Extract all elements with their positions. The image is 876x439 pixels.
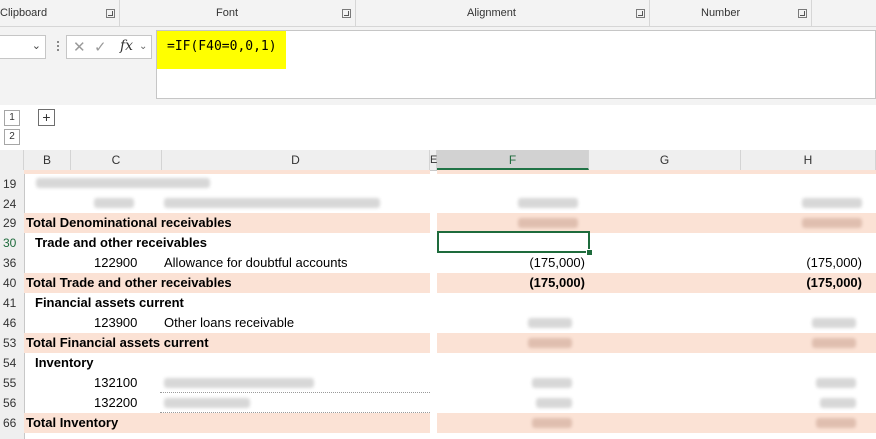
row-header[interactable]: 56	[0, 393, 24, 413]
row-header[interactable]: 41	[0, 293, 24, 313]
alignment-launcher-icon[interactable]	[636, 9, 645, 18]
total-trade-receivables-label: Total Trade and other receivables	[26, 275, 232, 290]
redacted-value	[528, 318, 572, 328]
ribbon-group-strip: Clipboard Font Alignment Number	[0, 0, 876, 27]
account-code: 132100	[94, 375, 138, 390]
row-header[interactable]: 46	[0, 313, 24, 333]
chevron-down-icon[interactable]: ⌄	[32, 39, 41, 52]
redacted-text	[94, 198, 134, 208]
redacted-text	[164, 378, 314, 388]
value-h: (175,000)	[806, 255, 862, 270]
name-box[interactable]: ⌄	[0, 35, 46, 59]
chevron-down-icon[interactable]: ⌄	[139, 41, 147, 52]
select-all-corner[interactable]	[0, 150, 24, 170]
column-header-c[interactable]: C	[71, 150, 162, 170]
redacted-value	[816, 378, 856, 388]
group-separator	[119, 0, 120, 26]
row-header[interactable]: 55	[0, 373, 24, 393]
insert-function-icon[interactable]: fx	[120, 38, 133, 54]
row-band	[437, 170, 876, 174]
sheet-grid[interactable]: Total Denominational receivables Trade a…	[24, 170, 876, 439]
column-header-g[interactable]: G	[589, 150, 741, 170]
redacted-value	[816, 418, 856, 428]
row-header[interactable]: 66	[0, 413, 24, 433]
column-header-b[interactable]: B	[24, 150, 71, 170]
column-header-d[interactable]: D	[162, 150, 430, 170]
redacted-value	[802, 198, 862, 208]
column-header-row: B C D E F G H	[0, 150, 876, 171]
redacted-value	[820, 398, 856, 408]
account-code: 132200	[94, 395, 138, 410]
column-header-h[interactable]: H	[741, 150, 876, 170]
group-separator	[355, 0, 356, 26]
font-launcher-icon[interactable]	[342, 9, 351, 18]
redacted-value	[532, 418, 572, 428]
column-header-e[interactable]: E	[430, 150, 437, 170]
redacted-value	[532, 378, 572, 388]
font-group-label: Font	[216, 7, 239, 19]
row-header[interactable]: 29	[0, 213, 24, 233]
redacted-value	[536, 398, 572, 408]
value-f: (175,000)	[529, 255, 585, 270]
redacted-text	[164, 198, 380, 208]
redacted-value	[802, 218, 862, 228]
check-icon[interactable]: ✓	[94, 38, 107, 56]
number-group-label: Number	[701, 7, 741, 19]
group-separator	[811, 0, 812, 26]
clipboard-launcher-icon[interactable]	[106, 9, 115, 18]
account-description: Allowance for doubtful accounts	[164, 255, 348, 270]
total-row-band	[437, 333, 876, 353]
active-cell-f30[interactable]	[437, 231, 590, 253]
formula-text[interactable]: =IF(F40=0,0,1)	[167, 39, 277, 54]
redacted-value	[812, 338, 856, 348]
outline-area	[0, 105, 876, 150]
redacted-value	[528, 338, 572, 348]
row-header[interactable]: 53	[0, 333, 24, 353]
redacted-value	[518, 198, 578, 208]
drag-handle-icon[interactable]	[57, 41, 59, 55]
financial-assets-current-label: Financial assets current	[35, 295, 184, 310]
trade-and-other-receivables-label: Trade and other receivables	[35, 235, 207, 250]
formula-input[interactable]: =IF(F40=0,0,1)	[156, 30, 876, 99]
column-header-f[interactable]: F	[437, 150, 589, 170]
total-value-f: (175,000)	[529, 275, 585, 290]
redacted-text	[164, 398, 250, 408]
total-value-h: (175,000)	[806, 275, 862, 290]
outline-level-2-button[interactable]: 2	[4, 129, 20, 145]
row-header-selected[interactable]: 30	[0, 233, 24, 253]
dotted-border	[160, 392, 430, 393]
total-inventory-label: Total Inventory	[26, 415, 119, 430]
group-separator	[649, 0, 650, 26]
row-header[interactable]: 54	[0, 353, 24, 373]
alignment-group-label: Alignment	[467, 7, 516, 19]
row-header[interactable]: 40	[0, 273, 24, 293]
redacted-value	[518, 218, 578, 228]
expand-group-button[interactable]: +	[38, 109, 55, 126]
redacted-text	[36, 178, 210, 188]
account-code: 123900	[94, 315, 138, 330]
fill-handle[interactable]	[586, 249, 593, 256]
total-financial-assets-label: Total Financial assets current	[26, 335, 209, 350]
account-description: Other loans receivable	[164, 315, 295, 330]
inventory-label: Inventory	[35, 355, 94, 370]
row-header[interactable]: 19	[0, 174, 24, 194]
row-header[interactable]: 24	[0, 194, 24, 214]
cancel-icon[interactable]: ✕	[73, 38, 86, 56]
total-denominational-receivables-label: Total Denominational receivables	[26, 215, 232, 230]
total-row-band	[437, 413, 876, 433]
number-launcher-icon[interactable]	[798, 9, 807, 18]
outline-level-1-button[interactable]: 1	[4, 110, 20, 126]
row-band	[24, 170, 430, 174]
clipboard-group-label: Clipboard	[0, 7, 48, 19]
redacted-value	[812, 318, 856, 328]
row-header[interactable]: 36	[0, 253, 24, 273]
account-code: 122900	[94, 255, 138, 270]
formula-buttons: ✕ ✓ fx ⌄	[66, 35, 152, 59]
